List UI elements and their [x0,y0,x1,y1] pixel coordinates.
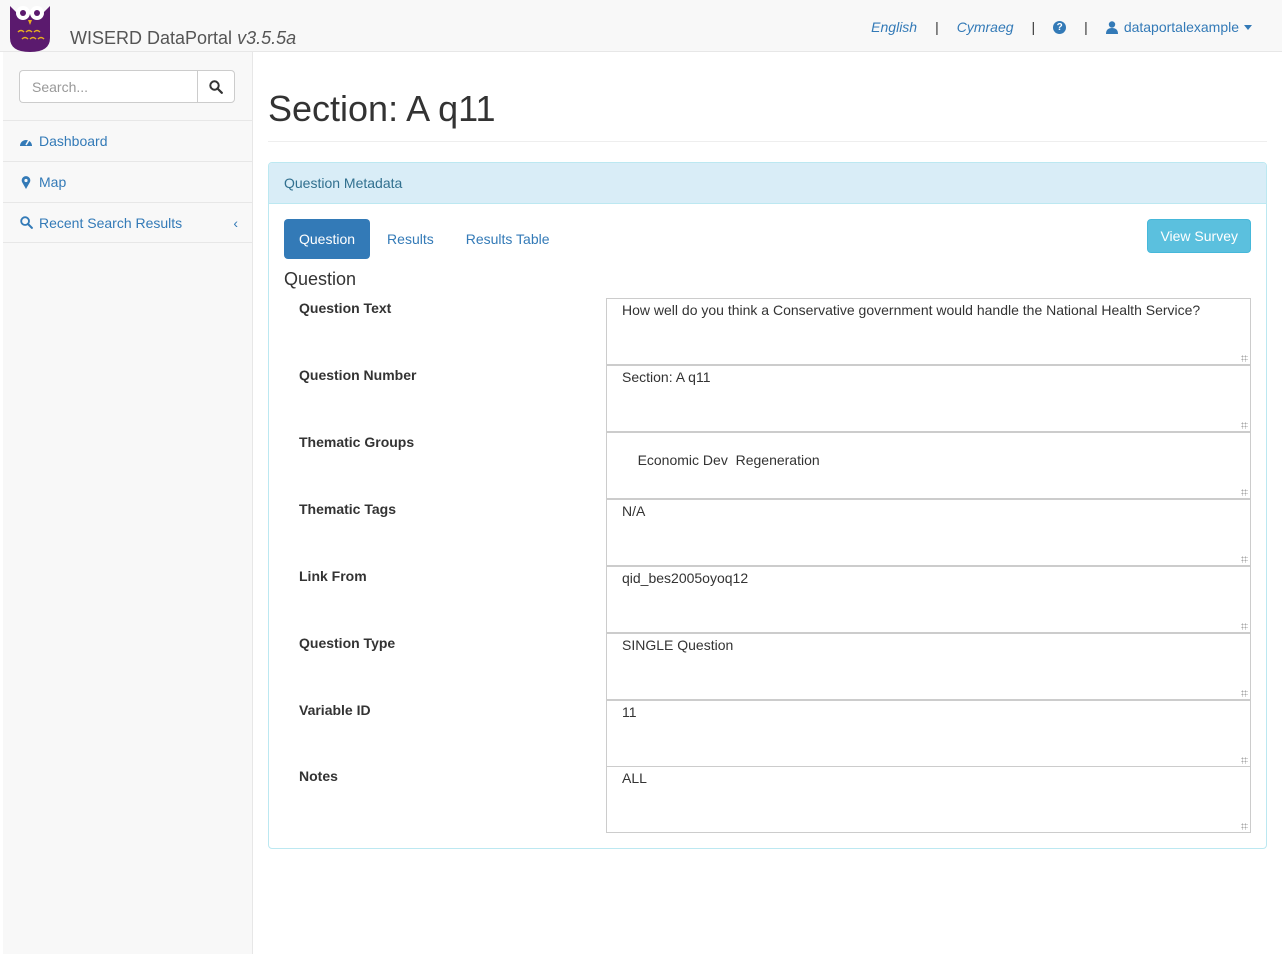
top-navbar: WISERD DataPortal v3.5.5a English | Cymr… [0,0,1282,52]
sidebar-item-map[interactable]: Map [3,161,252,202]
resize-handle-icon[interactable] [1241,823,1248,830]
user-menu[interactable]: dataportalexample [1105,19,1252,35]
resize-handle-icon[interactable] [1241,422,1248,429]
field-label-question-text: Question Text [299,300,392,316]
dashboard-icon [19,136,33,147]
notes-field[interactable]: ALL [606,766,1251,833]
resize-handle-icon[interactable] [1241,355,1248,362]
field-label-thematic-tags: Thematic Tags [299,501,396,517]
panel-tabs: Question Results Results Table [284,219,567,259]
nav-separator: | [935,19,939,35]
field-label-question-number: Question Number [299,367,417,383]
nav-separator: | [1084,19,1088,35]
search-button[interactable] [197,70,235,103]
question-text-field[interactable]: How well do you think a Conservative gov… [606,298,1251,365]
field-value: ALL [622,770,647,786]
map-marker-icon [19,175,33,189]
search-icon [209,79,223,94]
variable-id-field[interactable]: 11 [606,700,1251,767]
sidebar-item-label: Map [39,174,67,190]
resize-handle-icon[interactable] [1241,757,1248,764]
title-divider [268,141,1267,142]
nav-separator: | [1031,19,1036,35]
sidebar-search [19,70,235,103]
brand-name: WISERD DataPortal [70,28,233,48]
link-from-field[interactable]: qid_bes2005oyoq12 [606,566,1251,633]
tab-question[interactable]: Question [284,219,371,259]
sidebar-item-label: Dashboard [39,133,108,149]
field-value: SINGLE Question [622,637,734,653]
user-icon [1105,20,1118,34]
question-number-field[interactable]: Section: A q11 [606,365,1251,432]
field-value: Economic Dev Regeneration [637,452,820,468]
field-value: Section: A q11 [622,369,711,385]
field-label-thematic-groups: Thematic Groups [299,434,415,450]
field-value: qid_bes2005oyoq12 [622,570,749,586]
search-input[interactable] [19,70,197,103]
lang-english-link[interactable]: English [871,19,917,35]
sidebar-item-label: Recent Search Results [39,214,183,231]
section-heading: Question [284,269,357,289]
field-value: 11 [622,704,637,720]
field-value: N/A [622,503,646,519]
app-brand[interactable]: WISERD DataPortal v3.5.5a [70,28,296,49]
resize-handle-icon[interactable] [1241,623,1248,630]
question-type-field[interactable]: SINGLE Question [606,633,1251,700]
sidebar-item-recent-search-results[interactable]: Recent Search Results ‹ [3,202,252,243]
resize-handle-icon[interactable] [1241,556,1248,563]
view-survey-button[interactable]: View Survey [1147,219,1251,253]
field-value: How well do you think a Conservative gov… [622,302,1201,318]
tab-results-table[interactable]: Results Table [451,219,565,259]
field-label-variable-id: Variable ID [299,702,371,718]
user-name: dataportalexample [1123,19,1239,35]
question-circle-icon[interactable]: ? [1053,20,1067,34]
thematic-tags-field[interactable]: N/A [606,499,1251,566]
caret-down-icon [1244,24,1252,30]
resize-handle-icon[interactable] [1241,690,1248,697]
chevron-left-icon[interactable]: ‹ [233,215,238,231]
brand-version: v3.5.5a [237,28,297,48]
lang-cymraeg-link[interactable]: Cymraeg [957,19,1014,35]
tab-results[interactable]: Results [372,219,449,259]
sidebar-item-dashboard[interactable]: Dashboard [3,120,252,161]
owl-logo-icon[interactable] [4,0,56,52]
field-label-link-from: Link From [299,568,367,584]
thematic-groups-field[interactable]: Economic Dev Regeneration [606,432,1251,499]
field-label-notes: Notes [299,768,338,784]
search-icon [19,216,33,229]
page-title: Section: A q11 [268,88,496,129]
sidebar: Dashboard Map Recent Search Results ‹ [3,52,253,954]
nav-right: English | Cymraeg | ? | dataportalexampl… [871,18,1252,36]
question-metadata-panel: Question Metadata Question Results Resul… [268,162,1267,849]
panel-heading: Question Metadata [269,163,1266,204]
field-label-question-type: Question Type [299,635,396,651]
resize-handle-icon[interactable] [1241,489,1248,496]
sidebar-menu: Dashboard Map Recent Search Results ‹ [3,120,252,243]
